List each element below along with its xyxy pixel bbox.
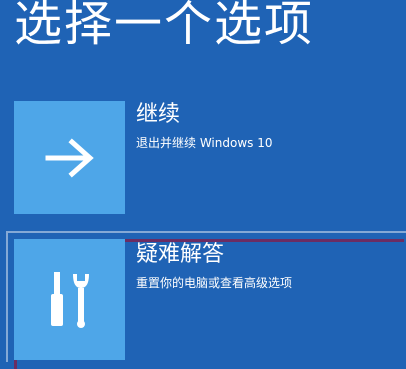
troubleshoot-description: 重置你的电脑或查看高级选项	[136, 276, 293, 290]
tools-icon	[43, 270, 97, 330]
troubleshoot-label: 疑难解答	[136, 242, 225, 267]
arrow-right-icon	[44, 137, 96, 178]
page-title: 选择一个选项	[14, 0, 315, 52]
troubleshoot-tile[interactable]	[14, 239, 125, 360]
option-continue[interactable]: 继续 退出并继续 Windows 10	[14, 101, 406, 216]
continue-description: 退出并继续 Windows 10	[136, 136, 273, 150]
continue-label: 继续	[136, 102, 181, 127]
option-troubleshoot[interactable]: 疑难解答 重置你的电脑或查看高级选项	[6, 231, 406, 369]
continue-tile[interactable]	[14, 101, 125, 214]
